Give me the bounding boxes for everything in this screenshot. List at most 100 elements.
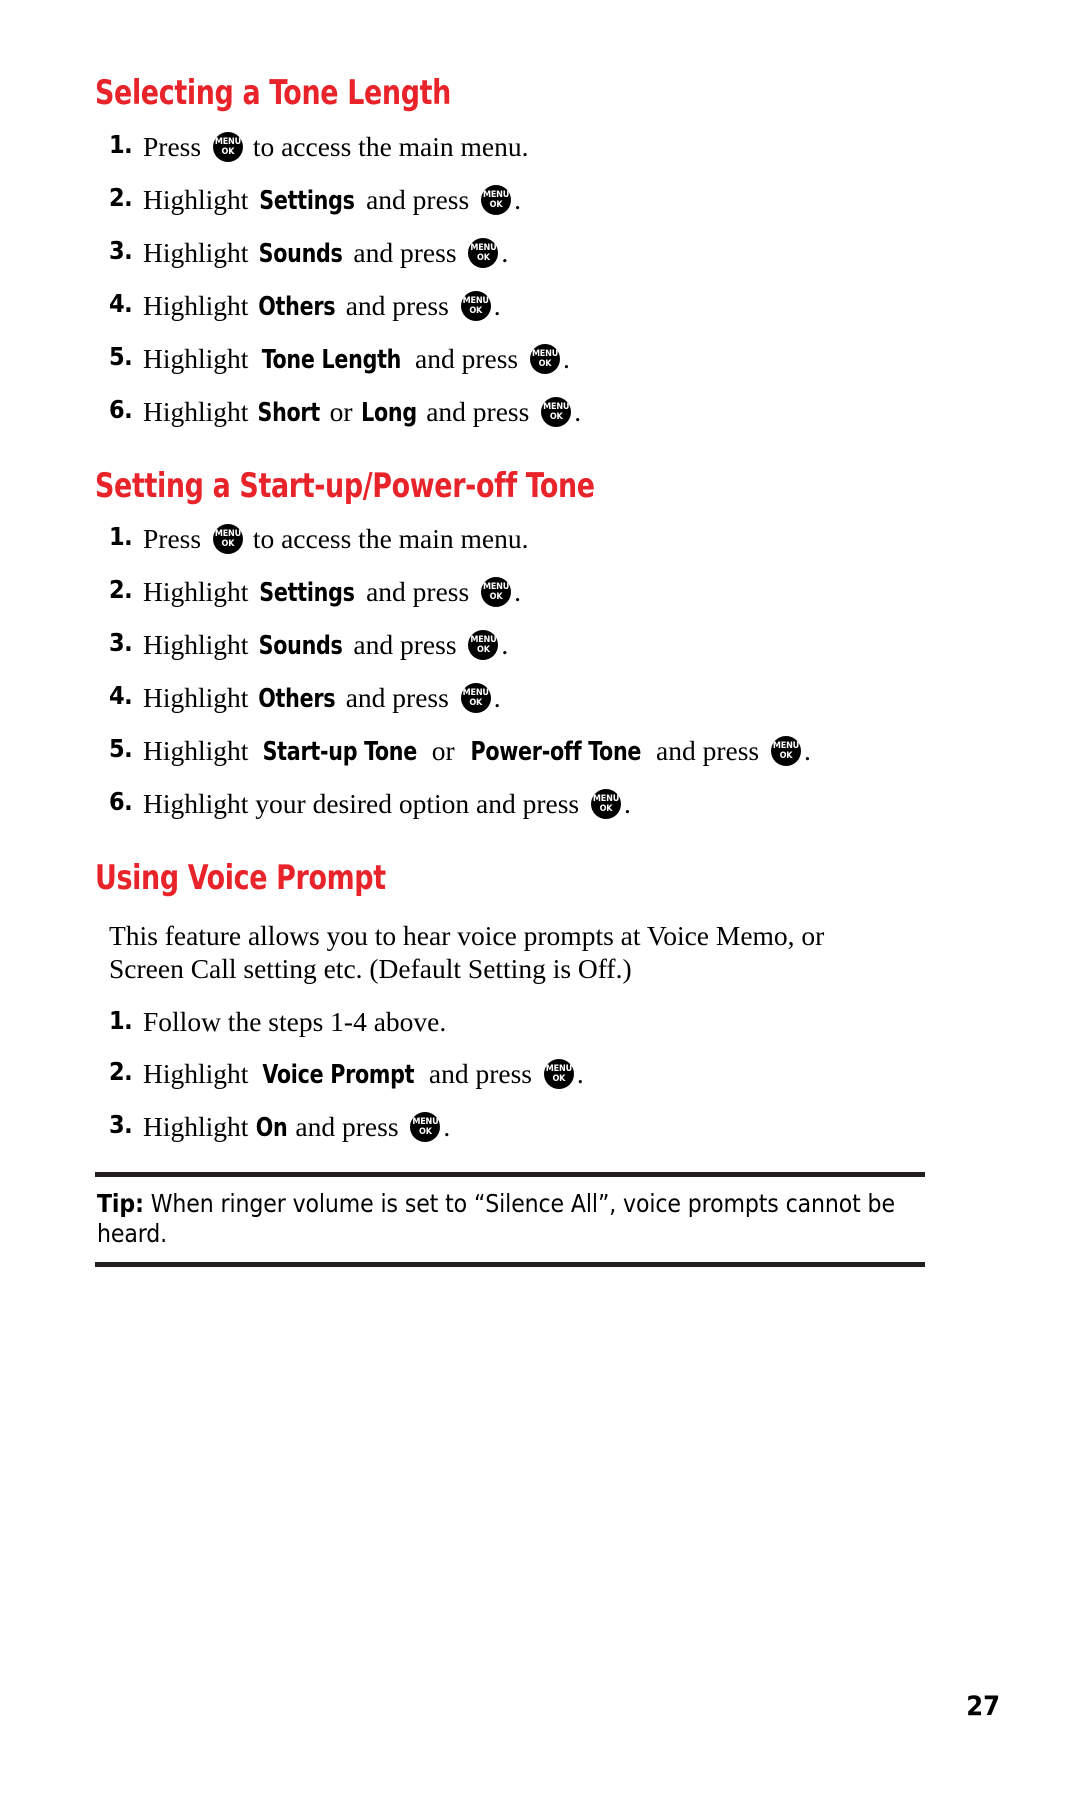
menu-ok-key-icon-label-top: MENU — [214, 136, 242, 147]
list-item: 5. Highlight Start-up Tone or Power-off T… — [95, 734, 1000, 768]
list-item: 2. Highlight Voice Prompt and press MENU O… — [95, 1056, 1000, 1089]
step-list-setting-a-startup-poweroff-tone: 1. Press MENU OK to access the main menu. … — [95, 522, 1000, 820]
menu-ok-key-icon: MENU OK — [468, 630, 499, 661]
step-text-pre: Follow the steps 1-4 above. — [143, 1006, 447, 1038]
step-text-mid: and press — [359, 183, 477, 215]
section-heading-selecting-a-tone-length: Selecting a Tone Length — [95, 73, 451, 113]
menu-ok-key-icon-label-top: MENU — [482, 582, 510, 593]
step-text-post: . — [501, 629, 509, 661]
step-text-mid: or — [322, 395, 360, 427]
step-text-post: to access the main menu. — [245, 523, 529, 555]
list-item: 4. Highlight Others and press MENU OK. — [95, 681, 1000, 714]
step-list-using-voice-prompt: 1. Follow the steps 1-4 above. 2. Highligh… — [95, 1008, 1000, 1142]
step-number: 2. — [109, 575, 133, 605]
list-item: 3. Highlight Sounds and press MENU OK. — [95, 628, 1000, 661]
menu-ok-key-icon: MENU OK — [481, 184, 512, 215]
step-text-post: . — [493, 682, 501, 714]
menu-ok-key-icon-label-bottom: OK — [477, 645, 490, 656]
menu-ok-key-icon-label-top: MENU — [531, 348, 559, 359]
step-number: 4. — [109, 681, 133, 711]
step-number: 1. — [109, 522, 133, 552]
menu-ok-key-icon: MENU OK — [460, 290, 491, 321]
ui-term: Settings — [259, 185, 356, 216]
menu-ok-key-icon: MENU OK — [468, 237, 499, 268]
step-text-mid: and press — [359, 576, 477, 608]
menu-ok-key-icon: MENU OK — [410, 1111, 441, 1142]
ui-term: Tone Length — [262, 344, 402, 375]
list-item: 1. Press MENU OK to access the main menu. — [95, 522, 1000, 555]
menu-ok-key-icon-label-top: MENU — [412, 1116, 439, 1127]
step-text-post: to access the main menu. — [245, 130, 529, 162]
menu-ok-key-icon-label-bottom: OK — [489, 592, 503, 603]
step-text-post: . — [576, 1057, 584, 1089]
step-text-post: . — [514, 576, 521, 608]
step-number: 1. — [109, 129, 133, 159]
ui-term: Others — [258, 291, 336, 322]
menu-ok-key-icon-label-top: MENU — [543, 401, 570, 412]
tip-body: When ringer volume is set to “Silence Al… — [97, 1188, 895, 1249]
menu-ok-key-icon-label-top: MENU — [592, 794, 620, 805]
step-number: 5. — [109, 341, 133, 371]
ui-term: Short — [257, 397, 321, 428]
menu-ok-key-icon: MENU OK — [481, 577, 512, 608]
step-text-pre: Highlight — [143, 1110, 256, 1142]
menu-ok-key-icon-label-bottom: OK — [221, 146, 235, 157]
step-text-final-period: . — [624, 788, 631, 820]
list-item: 2. Highlight Settings and press MENU OK. — [95, 183, 1000, 216]
page-number: 27 — [966, 1691, 1000, 1722]
menu-ok-key-icon-label-top: MENU — [772, 741, 800, 752]
step-text-pre: Highlight — [143, 342, 256, 374]
menu-ok-key-icon-label-top: MENU — [462, 688, 489, 699]
step-text-pre: Highlight — [143, 682, 256, 714]
step-text-mid: and press — [338, 682, 456, 714]
paragraph-line: This feature allows you to hear voice pr… — [109, 920, 825, 952]
step-number: 6. — [109, 787, 133, 817]
step-text-pre: Highlight — [143, 735, 256, 767]
step-number: 3. — [109, 235, 133, 265]
step-number: 6. — [109, 394, 133, 424]
menu-ok-key-icon-label-bottom: OK — [221, 539, 235, 550]
section-heading-using-voice-prompt: Using Voice Prompt — [95, 858, 386, 899]
menu-ok-key-icon-label-top: MENU — [545, 1063, 572, 1074]
menu-ok-key-icon-label-bottom: OK — [779, 751, 793, 762]
menu-ok-key-icon-label-top: MENU — [470, 635, 497, 646]
list-item: 5. Highlight Tone Length and press MENU OK… — [95, 341, 1000, 375]
list-item: 3. Highlight On and press MENU OK. — [95, 1110, 1000, 1143]
step-text-mid: and press — [338, 289, 456, 321]
step-text-mid: and press — [346, 236, 464, 268]
step-text-mid: and press — [346, 629, 464, 661]
step-text-post: and press — [649, 735, 766, 767]
list-item: 4. Highlight Others and press MENU OK. — [95, 288, 1000, 322]
list-item: 1. Press MENU OK to access the main menu. — [95, 129, 1000, 162]
menu-ok-key-icon-label-bottom: OK — [538, 358, 552, 369]
step-text-pre: Press — [143, 523, 208, 555]
menu-ok-key-icon-label-bottom: OK — [477, 252, 490, 263]
step-number: 3. — [109, 628, 133, 658]
step-text-pre: Highlight your desired option and press — [143, 788, 586, 820]
ui-term-secondary: Power-off Tone — [470, 737, 641, 768]
ui-term: Start-up Tone — [262, 737, 418, 768]
menu-ok-key-icon: MENU OK — [460, 683, 491, 714]
section-heading-setting-a-startup-poweroff-tone: Setting a Start-up/Power-off Tone — [95, 465, 595, 506]
step-number: 4. — [109, 288, 133, 318]
menu-ok-key-icon-label-top: MENU — [470, 242, 497, 253]
step-number: 1. — [109, 1006, 133, 1036]
list-item: 6. Highlight your desired option and pres… — [95, 787, 1000, 820]
step-text-post: and press — [419, 395, 537, 427]
list-item: 2. Highlight Settings and press MENU OK. — [95, 575, 1000, 609]
menu-ok-key-icon: MENU OK — [541, 396, 572, 427]
step-number: 2. — [109, 1056, 133, 1086]
menu-ok-key-icon-label-bottom: OK — [489, 199, 503, 210]
step-text-final-period: . — [803, 735, 811, 767]
step-text-pre: Highlight — [143, 1057, 256, 1089]
menu-ok-key-icon-label-bottom: OK — [549, 411, 563, 422]
intro-paragraph: This feature allows you to hear voice pr… — [95, 919, 939, 985]
step-text-pre: Highlight — [143, 236, 256, 268]
menu-ok-key-icon: MENU OK — [591, 789, 621, 820]
step-text-post: . — [493, 289, 501, 321]
step-text-post: . — [563, 342, 570, 374]
menu-ok-key-icon-label-bottom: OK — [419, 1126, 432, 1137]
step-number: 5. — [109, 734, 133, 764]
ui-term: On — [256, 1112, 288, 1143]
ui-term: Settings — [259, 578, 356, 609]
